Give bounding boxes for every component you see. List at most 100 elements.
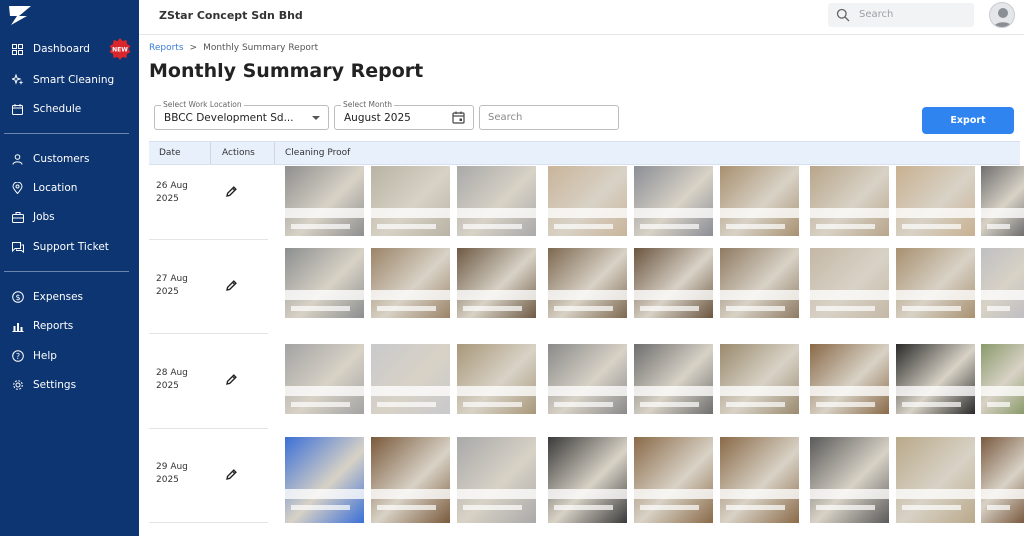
cleaning-proof-photo[interactable] <box>457 437 536 523</box>
cleaning-proof-photo[interactable] <box>720 248 799 318</box>
sidebar-item-jobs[interactable]: Jobs <box>0 204 139 230</box>
cleaning-proof-photo[interactable] <box>896 344 975 414</box>
date-cell: 28 Aug 2025 <box>156 367 188 393</box>
cleaning-proof-photo[interactable] <box>981 344 1024 414</box>
column-header-date: Date <box>159 148 181 158</box>
gear-icon <box>11 379 24 392</box>
breadcrumb: Reports > Monthly Summary Report <box>149 43 318 53</box>
new-badge: NEW <box>109 38 131 60</box>
cleaning-proof-photo[interactable] <box>548 437 627 523</box>
cleaning-proof-photo[interactable] <box>548 166 627 236</box>
row-divider <box>149 522 268 523</box>
sidebar-item-help[interactable]: ? Help <box>0 343 139 369</box>
person-icon <box>11 153 24 166</box>
cleaning-proof-photo[interactable] <box>371 344 450 414</box>
cleaning-proof-photo[interactable] <box>810 248 889 318</box>
help-circle-icon: ? <box>11 350 24 363</box>
cleaning-proof-photo[interactable] <box>285 344 364 414</box>
cleaning-proof-photo[interactable] <box>457 248 536 318</box>
cleaning-proof-photo[interactable] <box>896 166 975 236</box>
date-cell: 27 Aug 2025 <box>156 273 188 299</box>
sidebar-item-reports[interactable]: Reports <box>0 313 139 339</box>
sidebar-item-label: Location <box>33 182 78 194</box>
breadcrumb-link-reports[interactable]: Reports <box>149 43 184 53</box>
global-search-input[interactable]: Search <box>828 3 974 27</box>
calendar-icon[interactable] <box>452 111 465 124</box>
work-location-value: BBCC Development Sd... <box>164 112 294 124</box>
date-day: 27 Aug <box>156 274 188 284</box>
top-bar: ZStar Concept Sdn Bhd Search <box>139 0 1024 35</box>
company-name: ZStar Concept Sdn Bhd <box>159 9 303 22</box>
cleaning-proof-photo[interactable] <box>371 248 450 318</box>
cleaning-proof-photo[interactable] <box>720 437 799 523</box>
cleaning-proof-photo[interactable] <box>634 166 713 236</box>
month-picker-value: August 2025 <box>344 112 411 124</box>
cleaning-proof-photo[interactable] <box>981 437 1024 523</box>
sidebar-item-settings[interactable]: Settings <box>0 372 139 398</box>
cleaning-proof-photo[interactable] <box>981 166 1024 236</box>
search-placeholder: Search <box>859 9 894 20</box>
cleaning-proof-photo[interactable] <box>457 166 536 236</box>
month-picker[interactable]: Select Month August 2025 <box>334 100 474 130</box>
sidebar-item-label: Reports <box>33 320 74 332</box>
sidebar-item-label: Settings <box>33 379 77 391</box>
sidebar-item-expenses[interactable]: $ Expenses <box>0 284 139 310</box>
sidebar-item-support-ticket[interactable]: Support Ticket <box>0 234 139 260</box>
edit-icon[interactable] <box>225 279 238 292</box>
date-cell: 26 Aug 2025 <box>156 180 188 206</box>
cleaning-proof-photo[interactable] <box>634 437 713 523</box>
sidebar-item-label: Expenses <box>33 291 84 303</box>
app-logo[interactable] <box>7 4 33 26</box>
cleaning-proof-photo[interactable] <box>548 344 627 414</box>
cleaning-proof-photo[interactable] <box>371 437 450 523</box>
cleaning-proof-photo[interactable] <box>810 437 889 523</box>
dashboard-icon <box>11 43 24 56</box>
edit-icon[interactable] <box>225 185 238 198</box>
bar-chart-icon <box>11 320 24 333</box>
row-divider <box>149 239 268 240</box>
date-year: 2025 <box>156 381 179 391</box>
sparkle-icon <box>11 74 24 87</box>
sidebar-item-location[interactable]: Location <box>0 175 139 201</box>
cleaning-proof-photo[interactable] <box>457 344 536 414</box>
breadcrumb-current: Monthly Summary Report <box>203 43 319 53</box>
cleaning-proof-photo[interactable] <box>634 248 713 318</box>
edit-icon[interactable] <box>225 468 238 481</box>
cleaning-proof-photo[interactable] <box>810 344 889 414</box>
work-location-label: Select Work Location <box>161 100 244 109</box>
cleaning-proof-photo[interactable] <box>720 344 799 414</box>
cleaning-proof-photo[interactable] <box>634 344 713 414</box>
work-location-select[interactable]: Select Work Location BBCC Development Sd… <box>154 100 329 130</box>
sidebar-item-label: Customers <box>33 153 90 165</box>
cleaning-proof-photo[interactable] <box>285 248 364 318</box>
sidebar-item-label: Dashboard <box>33 43 90 55</box>
date-day: 26 Aug <box>156 181 188 191</box>
cleaning-proof-photo[interactable] <box>371 166 450 236</box>
cleaning-proof-photo[interactable] <box>810 166 889 236</box>
cleaning-proof-photo[interactable] <box>896 248 975 318</box>
avatar[interactable] <box>989 2 1015 28</box>
cleaning-proof-photo[interactable] <box>981 248 1024 318</box>
edit-icon[interactable] <box>225 373 238 386</box>
dollar-icon: $ <box>11 291 24 304</box>
month-picker-label: Select Month <box>341 100 395 109</box>
sidebar-item-label: Smart Cleaning <box>33 74 115 86</box>
table-search-placeholder: Search <box>488 112 523 123</box>
sidebar-divider <box>4 271 129 272</box>
cleaning-proof-photo[interactable] <box>285 166 364 236</box>
cleaning-proof-photo[interactable] <box>896 437 975 523</box>
calendar-icon <box>11 103 24 116</box>
cleaning-proof-photo[interactable] <box>548 248 627 318</box>
table-search-input[interactable]: Search <box>479 105 619 130</box>
sidebar: Dashboard NEW Smart Cleaning Schedule Cu… <box>0 0 139 536</box>
briefcase-icon <box>11 211 24 224</box>
export-button[interactable]: Export <box>922 107 1014 134</box>
cleaning-proof-photo[interactable] <box>285 437 364 523</box>
cleaning-proof-photo[interactable] <box>720 166 799 236</box>
sidebar-item-customers[interactable]: Customers <box>0 146 139 172</box>
chevron-down-icon <box>312 116 320 120</box>
row-divider <box>149 428 268 429</box>
sidebar-item-schedule[interactable]: Schedule <box>0 96 139 122</box>
sidebar-item-smart-cleaning[interactable]: Smart Cleaning <box>0 67 139 93</box>
sidebar-item-label: Support Ticket <box>33 241 109 253</box>
